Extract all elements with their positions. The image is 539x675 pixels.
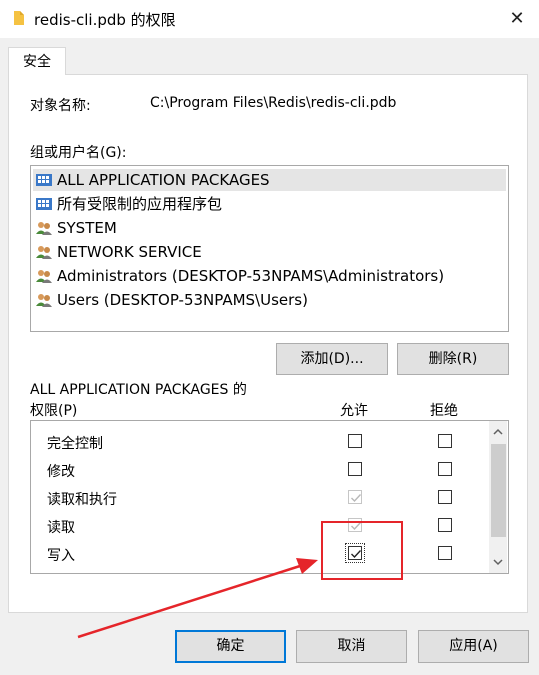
- apply-button[interactable]: 应用(A): [418, 630, 529, 663]
- permission-name: 读取: [47, 520, 75, 536]
- group-name: SYSTEM: [57, 219, 117, 237]
- permission-name: 读取和执行: [47, 492, 117, 508]
- permission-name: 写入: [47, 548, 75, 564]
- group-name: ALL APPLICATION PACKAGES: [57, 171, 270, 189]
- deny-column-header: 拒绝: [430, 403, 458, 419]
- close-button[interactable]: ✕: [501, 4, 533, 34]
- scrollbar-thumb[interactable]: [491, 444, 506, 537]
- package-group-icon: [35, 172, 53, 188]
- object-name-label: 对象名称:: [30, 98, 91, 114]
- list-item[interactable]: NETWORK SERVICE: [35, 241, 202, 263]
- close-icon: ✕: [509, 8, 525, 29]
- chevron-up-icon[interactable]: [489, 424, 507, 440]
- deny-checkbox-full-control[interactable]: [438, 434, 452, 448]
- chevron-down-icon[interactable]: [489, 554, 507, 570]
- add-button[interactable]: 添加(D)...: [276, 343, 388, 375]
- group-name: Administrators (DESKTOP-53NPAMS\Administ…: [57, 267, 445, 285]
- users-icon: [35, 244, 53, 260]
- allow-checkbox-modify[interactable]: [348, 462, 362, 476]
- list-item[interactable]: SYSTEM: [35, 217, 117, 239]
- cancel-button[interactable]: 取消: [296, 630, 407, 663]
- group-user-list[interactable]: ALL APPLICATION PACKAGES 所有受限制的应用程序包 SYS…: [30, 165, 509, 332]
- checkmark-icon: [351, 494, 362, 503]
- permission-name: 完全控制: [47, 436, 103, 452]
- deny-checkbox-modify[interactable]: [438, 462, 452, 476]
- ok-button[interactable]: 确定: [175, 630, 286, 663]
- tab-security[interactable]: 安全: [8, 47, 66, 75]
- permissions-label: ALL APPLICATION PACKAGES 的: [30, 382, 247, 398]
- deny-checkbox-read[interactable]: [438, 518, 452, 532]
- object-name-value: C:\Program Files\Redis\redis-cli.pdb: [150, 95, 397, 111]
- package-group-icon: [35, 196, 53, 212]
- allow-checkbox-read-execute: [348, 490, 362, 504]
- file-icon: [14, 11, 24, 25]
- permission-name: 修改: [47, 464, 75, 480]
- users-icon: [35, 292, 53, 308]
- list-item[interactable]: Administrators (DESKTOP-53NPAMS\Administ…: [35, 265, 444, 287]
- list-item[interactable]: 所有受限制的应用程序包: [35, 193, 222, 215]
- permission-list: 完全控制 修改 读取和执行 读取 写入: [30, 420, 509, 574]
- users-icon: [35, 220, 53, 236]
- remove-button[interactable]: 删除(R): [397, 343, 509, 375]
- allow-checkbox-full-control[interactable]: [348, 434, 362, 448]
- allow-column-header: 允许: [340, 403, 368, 419]
- permissions-label-2: 权限(P): [30, 403, 78, 419]
- group-list-label: 组或用户名(G):: [30, 145, 127, 161]
- list-item[interactable]: ALL APPLICATION PACKAGES: [33, 169, 506, 191]
- highlight-box: [321, 521, 403, 580]
- deny-checkbox-read-execute[interactable]: [438, 490, 452, 504]
- group-name: Users (DESKTOP-53NPAMS\Users): [57, 291, 308, 309]
- deny-checkbox-write[interactable]: [438, 546, 452, 560]
- window-title: redis-cli.pdb 的权限: [34, 11, 176, 29]
- group-name: NETWORK SERVICE: [57, 243, 202, 261]
- list-item[interactable]: Users (DESKTOP-53NPAMS\Users): [35, 289, 308, 311]
- group-name: 所有受限制的应用程序包: [57, 195, 223, 213]
- users-icon: [35, 268, 53, 284]
